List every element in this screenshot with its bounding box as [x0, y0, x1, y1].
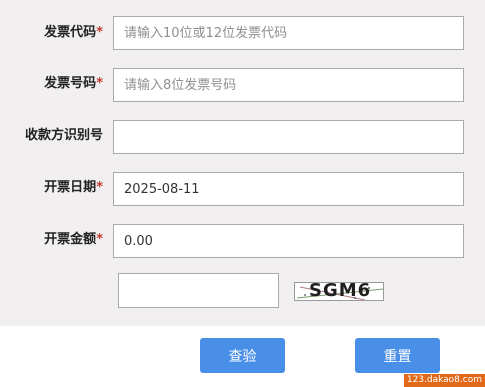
watermark-badge: 123.dakao8.com: [403, 374, 485, 387]
invoice-number-label-text: 发票号码: [44, 76, 97, 91]
required-mark: *: [96, 180, 103, 195]
required-mark: *: [96, 232, 103, 247]
invoice-amount-label: 开票金额*: [0, 230, 103, 250]
invoice-form-panel: 发票代码* 发票号码* 收款方识别号 开票日期* 开票金额* SGM6: [0, 0, 485, 326]
taxpayer-id-label-text: 收款方识别号: [24, 128, 103, 143]
invoice-code-label-text: 发票代码: [44, 25, 97, 40]
required-mark: *: [96, 25, 103, 40]
invoice-amount-input[interactable]: [113, 224, 464, 258]
required-mark: *: [96, 76, 103, 91]
invoice-code-label: 发票代码*: [0, 23, 103, 43]
captcha-input[interactable]: [118, 273, 279, 308]
captcha-image[interactable]: SGM6: [294, 282, 384, 301]
invoice-date-input[interactable]: [113, 172, 464, 206]
invoice-number-input[interactable]: [113, 68, 464, 102]
taxpayer-id-label: 收款方识别号: [0, 126, 103, 146]
reset-button[interactable]: 重置: [355, 338, 440, 373]
invoice-date-label-text: 开票日期: [44, 180, 97, 195]
invoice-number-label: 发票号码*: [0, 74, 103, 94]
invoice-amount-label-text: 开票金额: [44, 232, 97, 247]
invoice-date-label: 开票日期*: [0, 178, 103, 198]
captcha-text: SGM6: [309, 282, 372, 301]
taxpayer-id-input[interactable]: [113, 120, 464, 154]
invoice-code-input[interactable]: [113, 16, 464, 50]
query-button[interactable]: 查验: [200, 338, 285, 373]
